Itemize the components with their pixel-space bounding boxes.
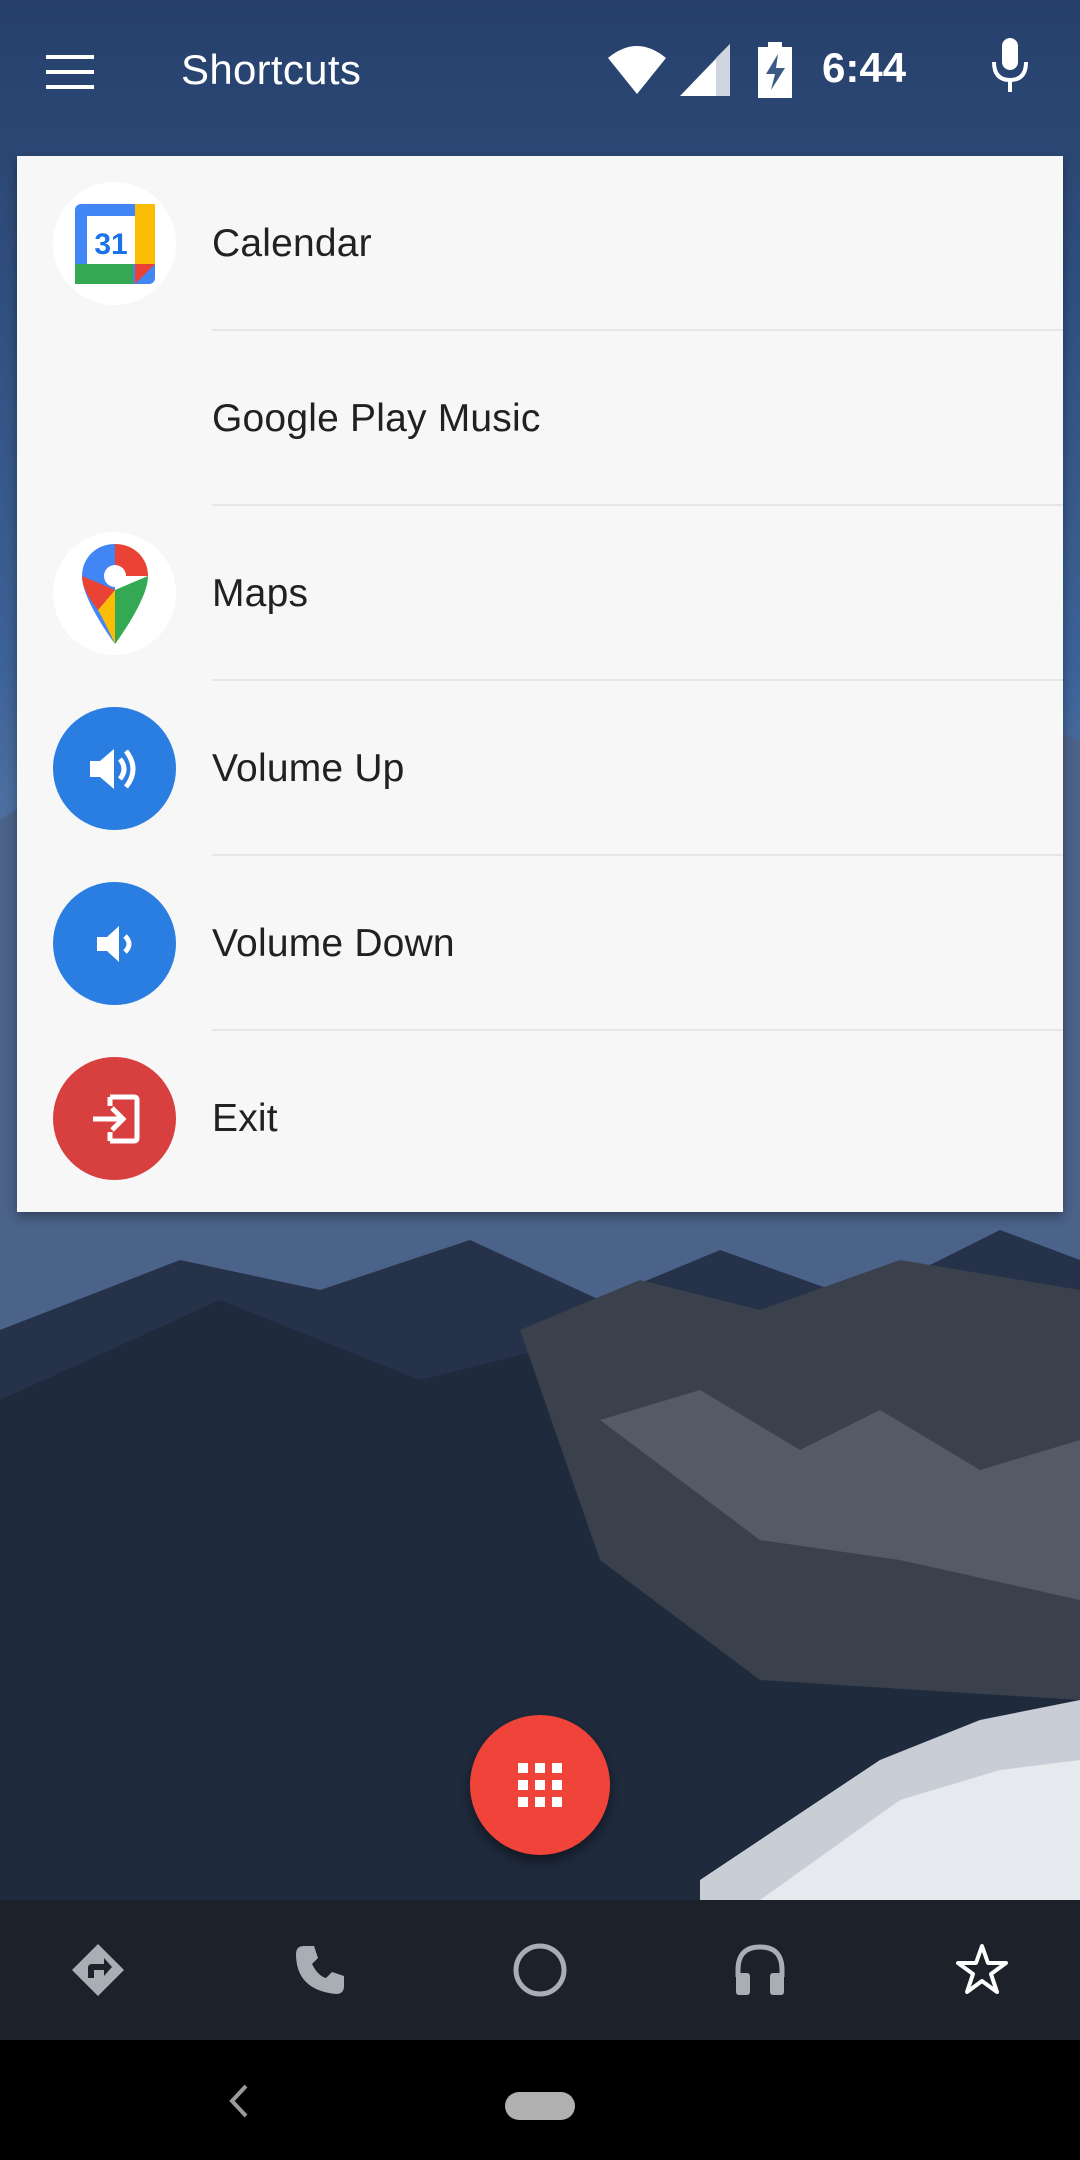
app-grid-icon bbox=[518, 1763, 562, 1807]
cell-signal-icon bbox=[680, 44, 730, 101]
shortcut-label: Google Play Music bbox=[212, 397, 541, 440]
volume-up-icon bbox=[53, 707, 176, 830]
headphones-icon[interactable] bbox=[724, 1934, 796, 2006]
calendar-date-text: 31 bbox=[94, 228, 127, 261]
home-pill-icon[interactable] bbox=[505, 2092, 575, 2125]
shortcut-label: Maps bbox=[212, 572, 309, 615]
page-title: Shortcuts bbox=[181, 46, 362, 93]
shortcut-label: Exit bbox=[212, 1097, 278, 1140]
microphone-icon[interactable] bbox=[984, 38, 1036, 100]
home-circle-icon[interactable] bbox=[504, 1934, 576, 2006]
hamburger-menu-icon[interactable] bbox=[38, 44, 102, 100]
shortcut-label: Volume Up bbox=[212, 747, 405, 790]
star-icon[interactable] bbox=[946, 1934, 1018, 2006]
shortcut-label: Calendar bbox=[212, 222, 372, 265]
status-clock: 6:44 bbox=[822, 44, 907, 91]
maps-pin-icon bbox=[53, 532, 176, 655]
shortcut-exit[interactable]: Exit bbox=[17, 1031, 1063, 1206]
wifi-icon bbox=[608, 46, 666, 99]
exit-icon bbox=[53, 1057, 176, 1180]
battery-charging-icon bbox=[758, 42, 792, 103]
volume-down-icon bbox=[53, 882, 176, 1005]
shortcut-volume-up[interactable]: Volume Up bbox=[17, 681, 1063, 856]
shortcut-maps[interactable]: Maps bbox=[17, 506, 1063, 681]
car-nav-bar bbox=[0, 1900, 1080, 2040]
shortcut-google-play-music[interactable]: Google Play Music bbox=[17, 331, 1063, 506]
phone-icon[interactable] bbox=[284, 1934, 356, 2006]
calendar-icon: 31 bbox=[53, 182, 176, 305]
back-icon[interactable] bbox=[222, 2080, 258, 2122]
shortcut-label: Volume Down bbox=[212, 922, 455, 965]
shortcuts-list: 31 Calendar Google Play Music Maps Volum… bbox=[17, 156, 1063, 1212]
app-grid-button[interactable] bbox=[470, 1715, 610, 1855]
shortcut-volume-down[interactable]: Volume Down bbox=[17, 856, 1063, 1031]
shortcut-calendar[interactable]: 31 Calendar bbox=[17, 156, 1063, 331]
app-bar: Shortcuts 6:44 bbox=[0, 0, 1080, 144]
navigation-icon[interactable] bbox=[62, 1934, 134, 2006]
